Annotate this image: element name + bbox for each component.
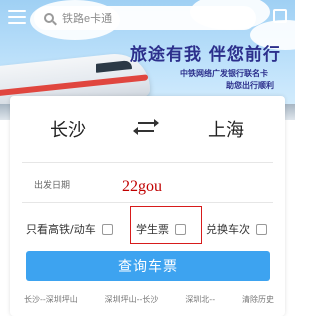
search-input[interactable]: 铁路e卡通 — [34, 6, 256, 30]
search-tickets-button[interactable]: 查询车票 — [26, 251, 270, 281]
search-placeholder: 铁路e卡通 — [62, 13, 113, 25]
swap-icon[interactable] — [133, 119, 160, 135]
banner-slogan: 旅途有我 伴您前行 — [130, 45, 281, 65]
history-item[interactable]: 长沙--深圳坪山 — [24, 294, 78, 305]
highlight-annotation — [130, 206, 202, 244]
divider — [22, 162, 273, 163]
search-history: 长沙--深圳坪山 深圳坪山--长沙 深圳北-- 清除历史 — [24, 294, 274, 305]
high-speed-checkbox[interactable] — [101, 223, 113, 235]
ticket-search-card: 长沙 上海 出发日期 22gou 只看高铁/动车 学生票 兑换车次 查询车票 长… — [10, 96, 285, 316]
divider — [22, 202, 273, 203]
to-city[interactable]: 上海 — [208, 116, 244, 142]
option-label: 只看高铁/动车 — [26, 223, 96, 236]
option-high-speed-only[interactable]: 只看高铁/动车 — [26, 221, 113, 237]
history-item[interactable]: 深圳北-- — [185, 294, 215, 305]
scan-icon[interactable] — [8, 10, 26, 24]
watermark-text: 22gou — [122, 178, 162, 195]
banner-subtitle: 中铁网络广发银行联名卡 — [180, 69, 268, 78]
departure-date-field[interactable]: 出发日期 — [34, 178, 70, 191]
clear-history-link[interactable]: 清除历史 — [242, 294, 274, 305]
history-item[interactable]: 深圳坪山--长沙 — [105, 294, 159, 305]
from-city[interactable]: 长沙 — [50, 116, 86, 142]
banner-subtitle-2: 助您出行顺利 — [226, 81, 274, 90]
option-exchange-train[interactable]: 兑换车次 — [206, 221, 267, 237]
search-icon — [44, 13, 54, 23]
message-icon[interactable] — [273, 9, 287, 23]
exchange-train-checkbox[interactable] — [256, 223, 267, 235]
option-label: 兑换车次 — [206, 223, 250, 236]
